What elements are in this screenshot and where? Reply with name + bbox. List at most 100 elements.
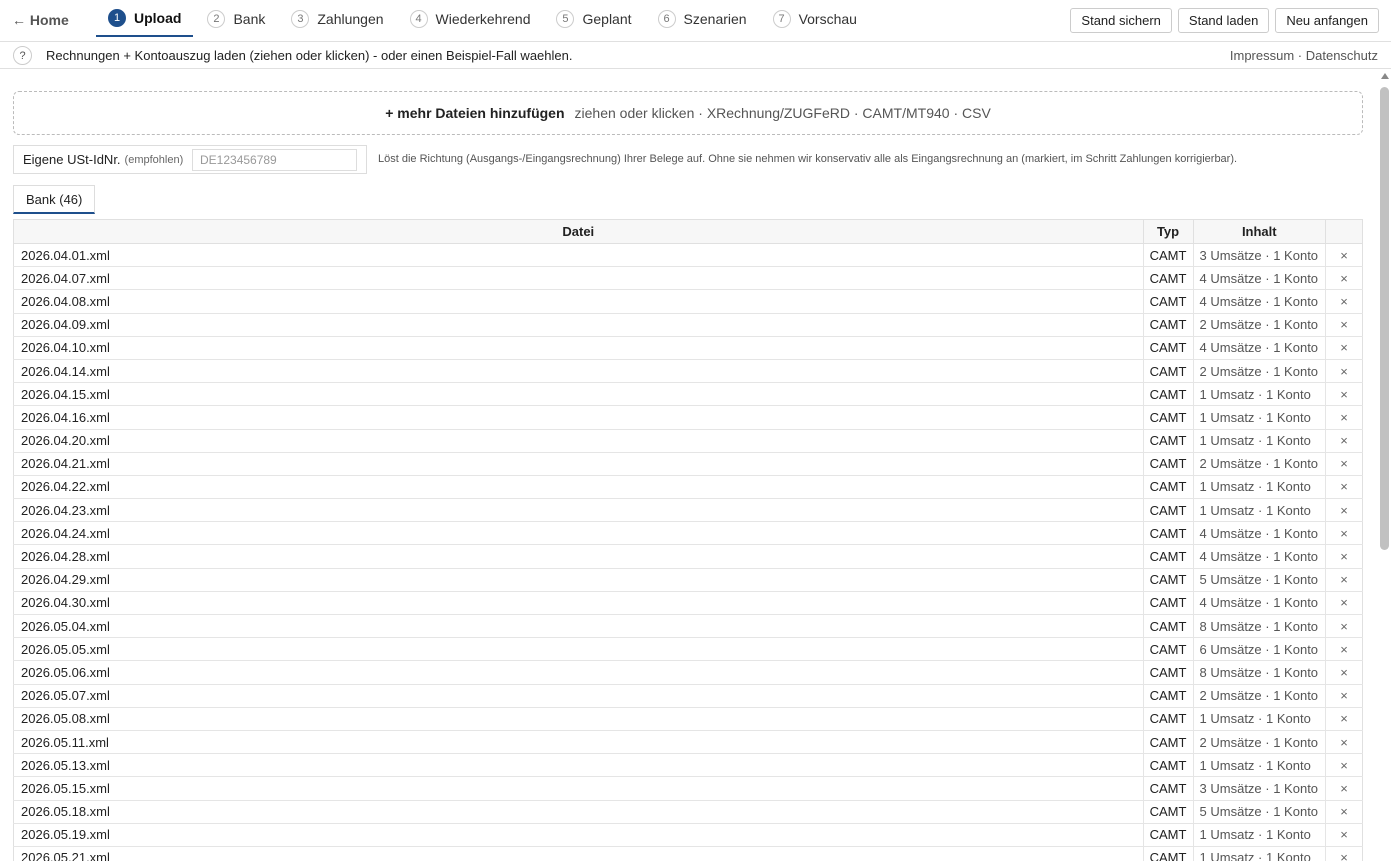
scroll-thumb[interactable] xyxy=(1380,87,1389,550)
file-content-cell: 1 Umsatz · 1 Konto xyxy=(1192,475,1326,500)
remove-file-icon[interactable]: × xyxy=(1340,827,1348,842)
file-name-cell: 2026.04.23.xml xyxy=(13,498,1144,523)
file-name-cell: 2026.04.10.xml xyxy=(13,336,1144,360)
remove-cell: × xyxy=(1325,730,1363,755)
impressum-link[interactable]: Impressum xyxy=(1230,48,1294,63)
remove-cell: × xyxy=(1325,359,1363,384)
remove-file-icon[interactable]: × xyxy=(1340,711,1348,726)
step-tab-wiederkehrend[interactable]: 4 Wiederkehrend xyxy=(398,0,543,37)
tab-bank[interactable]: Bank (46) xyxy=(13,185,96,214)
remove-file-icon[interactable]: × xyxy=(1340,456,1348,471)
table-row: 2026.05.05.xml CAMT 6 Umsätze · 1 Konto × xyxy=(13,637,1363,662)
file-type-cell: CAMT xyxy=(1142,776,1194,801)
help-icon[interactable]: ? xyxy=(13,46,32,65)
remove-file-icon[interactable]: × xyxy=(1340,735,1348,750)
remove-file-icon[interactable]: × xyxy=(1340,526,1348,541)
file-name-cell: 2026.04.22.xml xyxy=(13,475,1144,500)
table-row: 2026.05.18.xml CAMT 5 Umsätze · 1 Konto × xyxy=(13,800,1363,824)
step-tab-szenarien[interactable]: 6 Szenarien xyxy=(646,0,759,37)
table-row: 2026.04.08.xml CAMT 4 Umsätze · 1 Konto × xyxy=(13,289,1363,314)
step-tab-vorschau[interactable]: 7 Vorschau xyxy=(761,0,869,37)
remove-cell: × xyxy=(1325,382,1363,407)
step-number: 4 xyxy=(409,9,428,28)
scroll-up-arrow-icon[interactable] xyxy=(1381,73,1389,79)
step-tab-zahlungen[interactable]: 3 Zahlungen xyxy=(279,0,395,37)
remove-file-icon[interactable]: × xyxy=(1340,433,1348,448)
vat-id-input[interactable] xyxy=(192,149,357,171)
remove-file-icon[interactable]: × xyxy=(1340,271,1348,286)
table-header-row: Datei Typ Inhalt xyxy=(13,219,1363,244)
remove-file-icon[interactable]: × xyxy=(1340,387,1348,402)
datenschutz-link[interactable]: Datenschutz xyxy=(1306,48,1378,63)
step-number: 3 xyxy=(291,9,310,28)
step-label: Vorschau xyxy=(798,10,857,27)
remove-file-icon[interactable]: × xyxy=(1340,642,1348,657)
remove-file-icon[interactable]: × xyxy=(1340,248,1348,263)
remove-cell: × xyxy=(1325,243,1363,268)
file-name-cell: 2026.04.08.xml xyxy=(13,289,1144,314)
file-type-cell: CAMT xyxy=(1142,429,1194,453)
file-table: Datei Typ Inhalt 2026.04.01.xml CAMT 3 Ums… xyxy=(13,219,1363,861)
remove-file-icon[interactable]: × xyxy=(1340,595,1348,610)
remove-file-icon[interactable]: × xyxy=(1340,364,1348,379)
file-name-cell: 2026.04.01.xml xyxy=(13,243,1144,268)
file-content-cell: 1 Umsatz · 1 Konto xyxy=(1192,405,1326,430)
file-type-cell: CAMT xyxy=(1142,823,1194,847)
remove-file-icon[interactable]: × xyxy=(1340,503,1348,518)
step-label: Zahlungen xyxy=(317,10,384,27)
file-content-cell: 1 Umsatz · 1 Konto xyxy=(1192,823,1326,847)
remove-file-icon[interactable]: × xyxy=(1340,410,1348,425)
file-type-cell: CAMT xyxy=(1142,382,1194,407)
file-content-cell: 4 Umsätze · 1 Konto xyxy=(1192,266,1326,291)
step-number: 1 xyxy=(108,8,126,27)
remove-file-icon[interactable]: × xyxy=(1340,758,1348,773)
save-state-button[interactable]: Stand sichern xyxy=(1070,8,1172,33)
table-row: 2026.04.10.xml CAMT 4 Umsätze · 1 Konto × xyxy=(13,336,1363,360)
file-content-cell: 5 Umsätze · 1 Konto xyxy=(1192,800,1326,824)
table-row: 2026.05.21.xml CAMT 1 Umsatz · 1 Konto × xyxy=(13,846,1363,861)
vat-id-note: Löst die Richtung (Ausgangs-/Eingangsrec… xyxy=(378,153,1238,165)
remove-cell: × xyxy=(1325,614,1363,639)
remove-file-icon[interactable]: × xyxy=(1340,688,1348,703)
legal-links: Impressum · Datenschutz xyxy=(1230,48,1378,63)
scrollbar[interactable] xyxy=(1378,69,1391,861)
step-tab-geplant[interactable]: 5 Geplant xyxy=(544,0,643,37)
file-type-cell: CAMT xyxy=(1142,614,1194,639)
table-row: 2026.05.04.xml CAMT 8 Umsätze · 1 Konto × xyxy=(13,614,1363,639)
remove-file-icon[interactable]: × xyxy=(1340,572,1348,587)
file-content-cell: 3 Umsätze · 1 Konto xyxy=(1192,776,1326,801)
remove-file-icon[interactable]: × xyxy=(1340,804,1348,819)
step-tab-upload[interactable]: 1 Upload xyxy=(96,0,194,37)
top-actions: Stand sichern Stand laden Neu anfangen xyxy=(1070,8,1379,33)
file-content-cell: 2 Umsätze · 1 Konto xyxy=(1192,730,1326,755)
step-tab-bank[interactable]: 2 Bank xyxy=(195,0,277,37)
file-name-cell: 2026.05.05.xml xyxy=(13,637,1144,662)
remove-cell: × xyxy=(1325,336,1363,360)
load-state-button[interactable]: Stand laden xyxy=(1177,8,1270,33)
file-content-cell: 8 Umsätze · 1 Konto xyxy=(1192,614,1326,639)
remove-file-icon[interactable]: × xyxy=(1340,294,1348,309)
remove-file-icon[interactable]: × xyxy=(1340,619,1348,634)
remove-cell: × xyxy=(1325,452,1363,476)
file-type-cell: CAMT xyxy=(1142,521,1194,546)
remove-file-icon[interactable]: × xyxy=(1340,479,1348,494)
remove-file-icon[interactable]: × xyxy=(1340,317,1348,332)
table-row: 2026.04.14.xml CAMT 2 Umsätze · 1 Konto × xyxy=(13,359,1363,384)
table-row: 2026.04.29.xml CAMT 5 Umsätze · 1 Konto × xyxy=(13,568,1363,592)
file-content-cell: 3 Umsätze · 1 Konto xyxy=(1192,243,1326,268)
remove-file-icon[interactable]: × xyxy=(1340,340,1348,355)
table-row: 2026.04.23.xml CAMT 1 Umsatz · 1 Konto × xyxy=(13,498,1363,523)
table-row: 2026.04.01.xml CAMT 3 Umsätze · 1 Konto × xyxy=(13,243,1363,268)
remove-file-icon[interactable]: × xyxy=(1340,549,1348,564)
table-row: 2026.04.30.xml CAMT 4 Umsätze · 1 Konto × xyxy=(13,591,1363,616)
file-type-cell: CAMT xyxy=(1142,289,1194,314)
remove-cell: × xyxy=(1325,684,1363,708)
home-link[interactable]: ← Home xyxy=(12,12,69,28)
info-text: Rechnungen + Kontoauszug laden (ziehen o… xyxy=(46,48,573,63)
remove-file-icon[interactable]: × xyxy=(1340,665,1348,680)
remove-cell: × xyxy=(1325,776,1363,801)
remove-file-icon[interactable]: × xyxy=(1340,850,1348,861)
remove-file-icon[interactable]: × xyxy=(1340,781,1348,796)
file-dropzone[interactable]: + mehr Dateien hinzufügen ziehen oder kl… xyxy=(13,91,1363,135)
restart-button[interactable]: Neu anfangen xyxy=(1275,8,1379,33)
